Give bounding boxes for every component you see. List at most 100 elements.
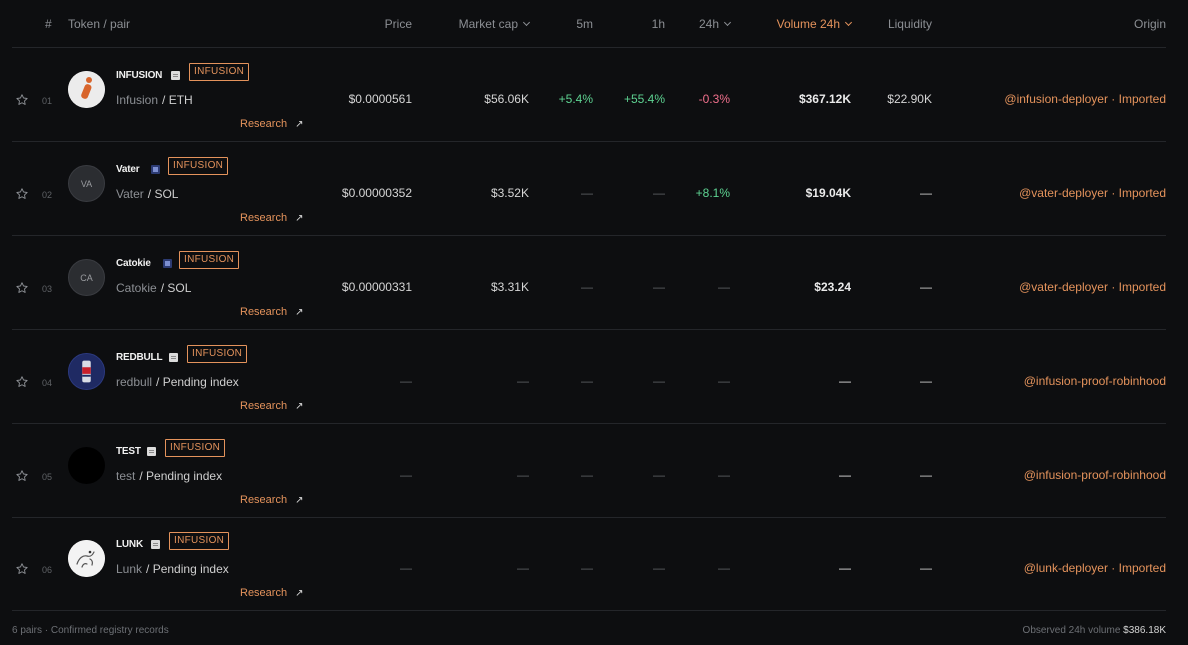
research-link[interactable]: Research ↗	[240, 212, 303, 224]
research-label: Research	[240, 212, 288, 224]
token-logo	[68, 71, 105, 108]
footer-volume: Observed 24h volume $386.18K	[1023, 625, 1166, 636]
token-symbol[interactable]: Catokie	[116, 258, 151, 269]
token-avatar: VA	[68, 165, 105, 202]
table-row[interactable]: 01 INFUSION INFUSION Infusion / ETH Resea…	[12, 48, 1166, 142]
research-link[interactable]: Research ↗	[240, 494, 303, 506]
col-market-cap[interactable]: Market cap	[458, 17, 531, 31]
status-badge: INFUSION	[169, 532, 230, 550]
research-label: Research	[240, 400, 288, 412]
col-5m[interactable]: 5m	[576, 17, 593, 31]
token-symbol[interactable]: LUNK	[116, 539, 143, 550]
liquidity-cell: —	[920, 280, 932, 294]
change-1h-cell: —	[653, 468, 665, 482]
pair-label: Infusion / ETH	[116, 93, 193, 107]
token-logo	[68, 447, 105, 484]
chain-icon	[163, 259, 172, 268]
col-24h-label: 24h	[698, 17, 719, 31]
market-cap-cell: $56.06K	[484, 92, 529, 106]
chevron-down-icon	[844, 18, 853, 27]
change-24h-cell: —	[718, 374, 730, 388]
change-24h-cell: +8.1%	[695, 186, 730, 200]
token-symbol[interactable]: REDBULL	[116, 352, 163, 363]
star-icon[interactable]	[15, 93, 29, 107]
row-number: 06	[42, 565, 53, 575]
market-cap-cell: —	[517, 468, 529, 482]
change-24h-cell: —	[718, 280, 730, 294]
star-icon[interactable]	[15, 562, 29, 576]
document-icon	[147, 447, 156, 456]
footer-summary: 6 pairs · Confirmed registry records	[12, 625, 169, 636]
change-1h-cell: —	[653, 280, 665, 294]
token-avatar: CA	[68, 259, 105, 296]
pair-label: Catokie / SOL	[116, 281, 191, 295]
quote-token: / Pending index	[139, 469, 223, 483]
quote-token: / Pending index	[156, 375, 239, 389]
price-cell: $0.0000561	[348, 92, 412, 106]
table-row[interactable]: 02 VA Vater INFUSION Vater / SOL Research…	[12, 142, 1166, 236]
origin-link[interactable]: @vater-deployer · Imported	[1019, 280, 1166, 294]
price-cell: —	[400, 561, 412, 575]
origin-link[interactable]: @vater-deployer · Imported	[1019, 186, 1166, 200]
quote-token: / SOL	[147, 187, 179, 201]
liquidity-cell: $22.90K	[887, 92, 932, 106]
origin-link[interactable]: @infusion-proof-robinhood	[1024, 374, 1166, 388]
table-row[interactable]: 05 TEST INFUSION test / Pending index Res…	[12, 424, 1166, 518]
research-link[interactable]: Research ↗	[240, 306, 303, 318]
table-header: # Token / pair Price Market cap 5m 1h 24…	[12, 0, 1166, 48]
token-logo	[68, 353, 105, 390]
col-price[interactable]: Price	[385, 17, 412, 31]
base-token: Vater	[116, 187, 144, 201]
change-5m-cell: —	[581, 468, 593, 482]
price-cell: —	[400, 374, 412, 388]
volume-cell: $23.24	[814, 280, 851, 294]
table-row[interactable]: 04 REDBULL INFUSION redbull / Pending ind…	[12, 330, 1166, 424]
chevron-down-icon	[723, 18, 732, 27]
volume-cell: —	[839, 468, 851, 482]
col-liquidity[interactable]: Liquidity	[888, 17, 932, 31]
token-symbol[interactable]: Vater	[116, 164, 140, 175]
footer-volume-value: $386.18K	[1123, 625, 1166, 636]
research-link[interactable]: Research ↗	[240, 400, 303, 412]
liquidity-cell: —	[920, 186, 932, 200]
market-cap-cell: —	[517, 374, 529, 388]
market-cap-cell: $3.31K	[490, 280, 529, 294]
research-link[interactable]: Research ↗	[240, 118, 303, 130]
price-cell: $0.00000331	[341, 280, 412, 294]
quote-token: / SOL	[160, 281, 192, 295]
research-label: Research	[240, 587, 288, 599]
origin-link[interactable]: @infusion-proof-robinhood	[1024, 468, 1166, 482]
table-row[interactable]: 06 LUNK INFUSION Lunk / Pending index Res…	[12, 517, 1166, 611]
row-number: 04	[42, 378, 53, 388]
row-number: 02	[42, 190, 53, 200]
star-icon[interactable]	[15, 187, 29, 201]
status-badge: INFUSION	[189, 63, 250, 81]
status-badge: INFUSION	[187, 345, 248, 363]
star-icon[interactable]	[15, 469, 29, 483]
origin-link[interactable]: @infusion-deployer · Imported	[1004, 92, 1166, 106]
status-badge: INFUSION	[165, 439, 226, 457]
token-symbol[interactable]: INFUSION	[116, 70, 162, 81]
liquidity-cell: —	[920, 374, 932, 388]
token-symbol[interactable]: TEST	[116, 446, 141, 457]
research-label: Research	[240, 118, 288, 130]
status-badge: INFUSION	[179, 251, 240, 269]
pair-label: redbull / Pending index	[116, 375, 239, 389]
pair-label: Vater / SOL	[116, 187, 178, 201]
col-24h[interactable]: 24h	[698, 17, 732, 31]
star-icon[interactable]	[15, 375, 29, 389]
volume-cell: $367.12K	[798, 92, 851, 106]
change-1h-cell: +55.4%	[623, 92, 665, 106]
change-5m-cell: —	[581, 280, 593, 294]
external-link-icon: ↗	[295, 119, 304, 130]
market-cap-cell: —	[517, 561, 529, 575]
col-origin[interactable]: Origin	[1134, 17, 1166, 31]
col-volume-24h[interactable]: Volume 24h	[777, 17, 853, 31]
col-token-pair[interactable]: Token / pair	[68, 17, 130, 31]
research-link[interactable]: Research ↗	[240, 587, 303, 599]
star-icon[interactable]	[15, 281, 29, 295]
col-1h[interactable]: 1h	[652, 17, 665, 31]
origin-link[interactable]: @lunk-deployer · Imported	[1024, 561, 1166, 575]
col-market-cap-label: Market cap	[458, 17, 518, 31]
table-row[interactable]: 03 CA Catokie INFUSION Catokie / SOL Rese…	[12, 236, 1166, 330]
